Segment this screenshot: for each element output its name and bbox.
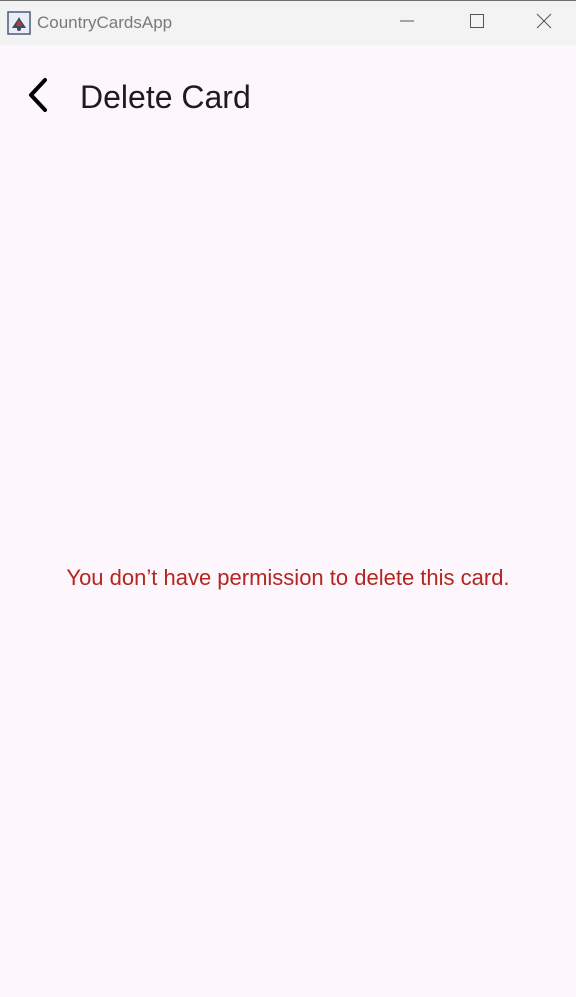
back-button[interactable]	[14, 73, 62, 121]
page-title: Delete Card	[80, 79, 251, 115]
window-titlebar[interactable]: CountryCardsApp	[0, 1, 576, 45]
chevron-left-icon	[26, 77, 50, 118]
permission-error-message: You don’t have permission to delete this…	[66, 565, 510, 590]
minimize-icon	[400, 14, 414, 33]
close-icon	[536, 13, 552, 34]
maximize-button[interactable]	[442, 1, 512, 45]
java-app-icon	[7, 11, 31, 35]
close-button[interactable]	[512, 1, 576, 45]
app-bar: Delete Card	[0, 45, 576, 149]
minimize-button[interactable]	[372, 1, 442, 45]
app-window: CountryCardsApp Delete Card You don’t ha…	[0, 0, 576, 997]
maximize-icon	[470, 13, 484, 33]
window-title: CountryCardsApp	[37, 13, 173, 32]
